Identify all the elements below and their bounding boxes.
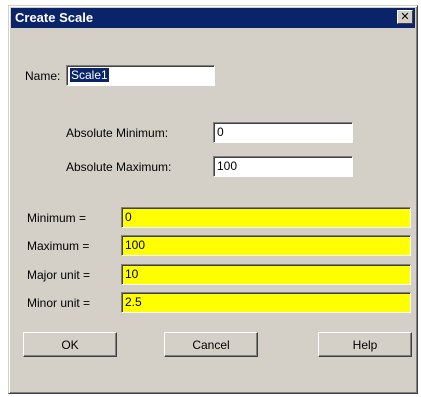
minor-unit-value: 2.5	[125, 295, 142, 309]
name-input[interactable]: Scale1	[66, 65, 215, 86]
minimum-label: Minimum =	[27, 211, 87, 225]
absolute-minimum-label: Absolute Minimum:	[66, 126, 169, 140]
dialog-title: Create Scale	[15, 10, 94, 25]
close-button[interactable]: ✕	[397, 10, 413, 24]
close-icon: ✕	[400, 10, 410, 23]
major-unit-value: 10	[125, 267, 139, 281]
title-bar: Create Scale ✕	[11, 8, 415, 28]
absolute-minimum-input[interactable]: 0	[213, 122, 353, 143]
name-label: Name:	[25, 69, 61, 83]
create-scale-dialog: Create Scale ✕ Name: Scale1 Absolute Min…	[8, 5, 418, 394]
maximum-value: 100	[125, 238, 146, 252]
maximum-input[interactable]: 100	[121, 235, 411, 256]
minimum-input[interactable]: 0	[121, 207, 411, 228]
absolute-maximum-label: Absolute Maximum:	[66, 160, 172, 174]
major-unit-label: Major unit =	[27, 268, 91, 282]
name-input-value: Scale1	[70, 68, 109, 82]
minor-unit-label: Minor unit =	[27, 296, 91, 310]
absolute-maximum-input[interactable]: 100	[213, 156, 353, 177]
minor-unit-input[interactable]: 2.5	[121, 292, 411, 313]
major-unit-input[interactable]: 10	[121, 264, 411, 285]
minimum-value: 0	[125, 210, 132, 224]
ok-button[interactable]: OK	[23, 332, 117, 357]
help-button[interactable]: Help	[318, 332, 412, 357]
absolute-maximum-value: 100	[217, 159, 238, 173]
absolute-minimum-value: 0	[217, 125, 224, 139]
cancel-button[interactable]: Cancel	[164, 332, 258, 357]
maximum-label: Maximum =	[27, 239, 90, 253]
